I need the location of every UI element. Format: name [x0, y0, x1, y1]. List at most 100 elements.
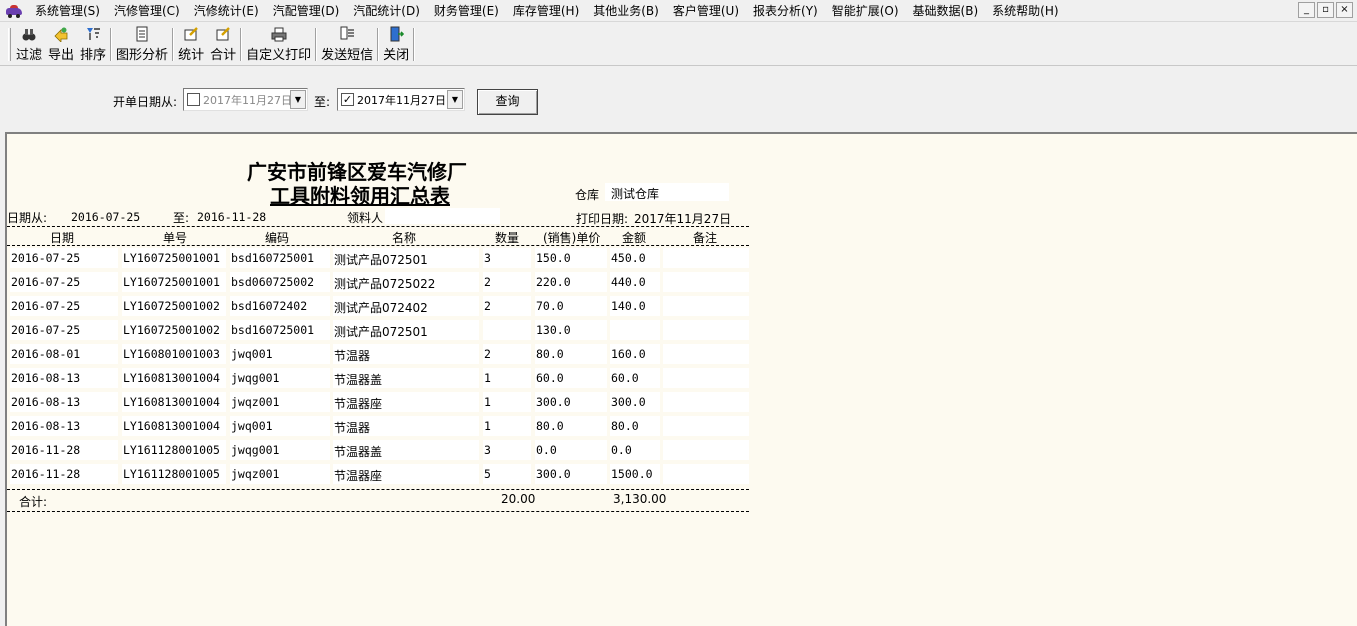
table-cell-text: 150.0 [536, 251, 571, 265]
total-bottom-rule [7, 511, 749, 512]
table-cell-text: 130.0 [536, 323, 571, 337]
table-cell-text: 节温器座 [334, 397, 383, 411]
total-label: 合计: [19, 495, 48, 509]
table-cell-text: 5 [484, 467, 491, 481]
menu-parts[interactable]: 汽配管理(D) [266, 2, 347, 19]
table-cell-text: 80.0 [536, 419, 564, 433]
date-to-checkbox[interactable]: ✓ [341, 93, 354, 106]
close-button[interactable]: 关闭 [380, 24, 412, 65]
filter-button[interactable]: 过滤 [13, 24, 45, 65]
menu-finance[interactable]: 财务管理(E) [427, 2, 506, 19]
menu-customer[interactable]: 客户管理(U) [666, 2, 746, 19]
menu-smart[interactable]: 智能扩展(O) [825, 2, 906, 19]
custom-print-button[interactable]: 自定义打印 [243, 24, 314, 65]
minimize-button[interactable]: _ [1298, 2, 1315, 18]
menu-system[interactable]: 系统管理(S) [28, 2, 107, 19]
column-header: 日期 [50, 231, 75, 245]
table-cell-text: 1500.0 [611, 467, 653, 481]
column-header: (销售)单价 [543, 231, 601, 245]
send-sms-button[interactable]: 发送短信 [318, 24, 376, 65]
total-top-rule [7, 489, 749, 490]
close-window-button[interactable]: × [1336, 2, 1353, 18]
restore-button[interactable]: ▫ [1317, 2, 1334, 18]
stats-button[interactable]: 统计 [175, 24, 207, 65]
date-from-label: 开单日期从: [113, 95, 178, 109]
table-cell-text: 1 [484, 395, 491, 409]
sort-button[interactable]: 排序 [77, 24, 109, 65]
edit-note-icon [215, 26, 231, 42]
table-cell [483, 320, 531, 340]
exit-door-icon [388, 26, 405, 42]
menu-repair[interactable]: 汽修管理(C) [107, 2, 187, 19]
report-preview: 广安市前锋区爱车汽修厂 工具附料领用汇总表 仓库 测试仓库 日期从: 2016-… [5, 132, 1357, 626]
receiver-label: 领料人 [347, 211, 384, 225]
date-from-caption: 日期从: [7, 211, 48, 225]
table-cell-text: 1 [484, 371, 491, 385]
window-controls: _ ▫ × [1298, 2, 1353, 18]
table-cell-text: 2016-07-25 [11, 323, 81, 337]
menu-parts-stats[interactable]: 汽配统计(D) [346, 2, 427, 19]
table-cell-text: 测试产品0725022 [334, 277, 436, 291]
menu-basic-data[interactable]: 基础数据(B) [906, 2, 986, 19]
table-cell-text: 节温器盖 [334, 445, 383, 459]
menu-repair-stats[interactable]: 汽修统计(E) [187, 2, 266, 19]
chevron-down-icon[interactable]: ▼ [290, 90, 306, 109]
date-from-checkbox[interactable] [187, 93, 200, 106]
table-cell-text: 450.0 [611, 251, 646, 265]
table-cell-text: 节温器 [334, 349, 371, 363]
query-button[interactable]: 查询 [477, 89, 538, 115]
menu-help[interactable]: 系统帮助(H) [985, 2, 1065, 19]
chevron-down-icon[interactable]: ▼ [447, 90, 463, 109]
table-cell [663, 392, 749, 412]
table-cell-text: 80.0 [536, 347, 564, 361]
date-to-picker[interactable]: ✓ 2017年11月27日 ▼ [337, 88, 465, 111]
menu-inventory[interactable]: 库存管理(H) [506, 2, 586, 19]
printer-icon [271, 26, 287, 42]
table-cell-text: 3 [484, 443, 491, 457]
table-cell-text: LY160801001003 [123, 347, 220, 361]
table-cell-text: LY160725001001 [123, 275, 220, 289]
toolbar-separator [172, 28, 175, 61]
table-cell [663, 440, 749, 460]
binoculars-icon [21, 26, 37, 42]
table-cell-text: bsd16072402 [231, 299, 308, 313]
date-to-value: 2017年11月27日 [357, 93, 446, 107]
toolbar-grip[interactable] [8, 28, 11, 61]
table-cell-text: 300.0 [536, 467, 571, 481]
menu-reports[interactable]: 报表分析(Y) [746, 2, 825, 19]
column-header: 单号 [163, 231, 188, 245]
menu-other[interactable]: 其他业务(B) [586, 2, 666, 19]
table-cell-text: 70.0 [536, 299, 564, 313]
table-cell-text: jwq001 [231, 347, 273, 361]
table-cell-text: 0.0 [536, 443, 557, 457]
date-from-picker[interactable]: 2017年11月27日 ▼ [183, 88, 308, 111]
table-cell-text: jwqz001 [231, 467, 280, 481]
table-cell-text: jwqg001 [231, 443, 280, 457]
chart-analysis-button[interactable]: 图形分析 [113, 24, 171, 65]
table-cell-text: LY160725001002 [123, 323, 220, 337]
total-quantity: 20.00 [501, 492, 536, 506]
total-button[interactable]: 合计 [207, 24, 239, 65]
table-cell-text: 300.0 [536, 395, 571, 409]
table-cell-text: 2016-11-28 [11, 443, 81, 457]
table-cell-text: 节温器盖 [334, 373, 383, 387]
table-cell-text: jwqz001 [231, 395, 280, 409]
table-cell-text: LY160725001002 [123, 299, 220, 313]
column-header: 数量 [495, 231, 520, 245]
table-cell-text: LY160813001004 [123, 395, 220, 409]
table-cell-text: 1 [484, 419, 491, 433]
date-to-label: 至: [314, 95, 331, 109]
table-cell-text: 2016-08-01 [11, 347, 81, 361]
sort-label: 排序 [80, 48, 107, 63]
app-car-icon[interactable] [6, 4, 22, 18]
export-button[interactable]: 导出 [45, 24, 77, 65]
table-cell-text: 节温器座 [334, 469, 383, 483]
chart-analysis-label: 图形分析 [116, 48, 169, 63]
column-header: 名称 [392, 231, 417, 245]
filter-bar: 开单日期从: 2017年11月27日 ▼ 至: ✓ 2017年11月27日 ▼ … [0, 67, 1357, 129]
table-cell [663, 368, 749, 388]
table-cell-text: 测试产品072501 [334, 253, 428, 267]
document-chart-icon [134, 26, 150, 42]
print-date-value: 2017年11月27日 [634, 212, 732, 226]
table-cell-text: 300.0 [611, 395, 646, 409]
